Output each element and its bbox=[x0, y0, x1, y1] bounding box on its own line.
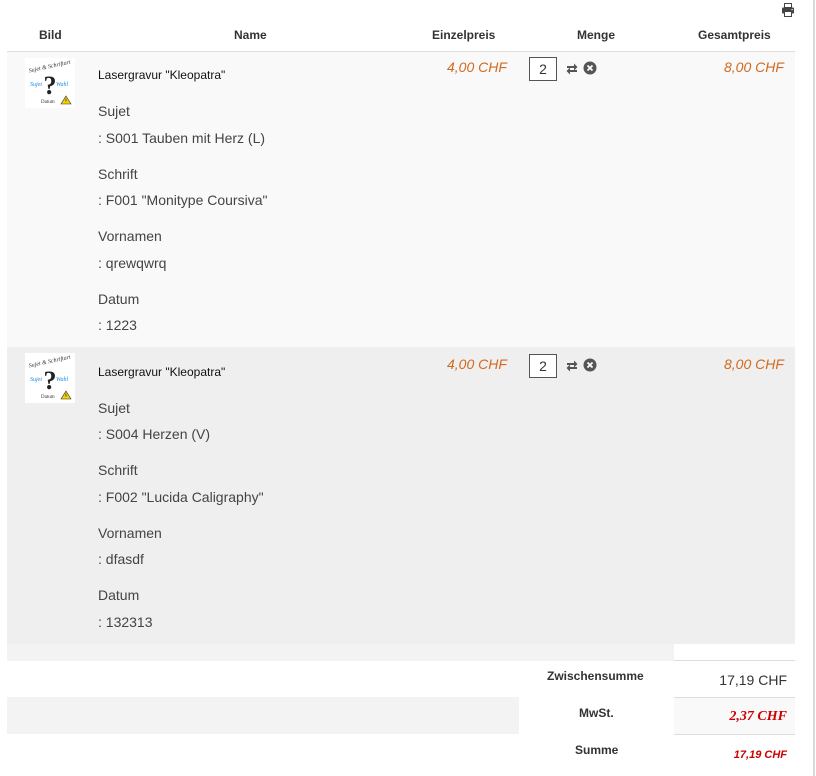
subtotal-value: 17,19 CHF bbox=[719, 672, 787, 688]
attr-label: Vornamen bbox=[98, 525, 162, 541]
attr-label: Schrift bbox=[98, 462, 138, 478]
unit-price: 4,00 CHF bbox=[447, 356, 507, 372]
cart-item-row: Sujet & Schriftart Sujet Wahl Datum ? La… bbox=[7, 347, 795, 644]
attr-value: : F002 "Lucida Caligraphy" bbox=[98, 489, 264, 505]
quantity-input[interactable] bbox=[529, 354, 557, 378]
warning-triangle-icon bbox=[60, 390, 72, 400]
svg-text:Sujet: Sujet bbox=[30, 82, 42, 88]
total-price: 8,00 CHF bbox=[724, 356, 784, 372]
refresh-icon[interactable] bbox=[565, 61, 579, 75]
sum-label: Summe bbox=[575, 743, 619, 757]
product-thumbnail[interactable]: Sujet & Schriftart Sujet Wahl Datum ? bbox=[25, 58, 75, 108]
quantity-input[interactable] bbox=[529, 57, 557, 81]
attr-value: : qrewqwrq bbox=[98, 255, 167, 271]
totals-divider bbox=[674, 660, 795, 661]
svg-text:?: ? bbox=[44, 366, 57, 395]
attr-label: Datum bbox=[98, 291, 140, 307]
totals-spacer bbox=[7, 697, 519, 734]
attr-label: Vornamen bbox=[98, 228, 162, 244]
product-thumbnail[interactable]: Sujet & Schriftart Sujet Wahl Datum ? bbox=[25, 353, 75, 403]
attr-value: : 1223 bbox=[98, 317, 137, 333]
attr-value: : 132313 bbox=[98, 614, 153, 630]
svg-text:Wahl: Wahl bbox=[56, 377, 68, 383]
unit-price: 4,00 CHF bbox=[447, 59, 507, 75]
tax-label: MwSt. bbox=[579, 706, 614, 720]
attr-value: : S001 Tauben mit Herz (L) bbox=[98, 130, 266, 146]
svg-text:Sujet: Sujet bbox=[30, 377, 42, 383]
totals-divider bbox=[674, 734, 795, 735]
cart-item-row: Sujet & Schriftart Sujet Wahl Datum ? La… bbox=[7, 52, 795, 347]
attr-label: Datum bbox=[98, 587, 140, 603]
header-name: Name bbox=[234, 28, 267, 42]
svg-text:Datum: Datum bbox=[41, 100, 55, 105]
refresh-icon[interactable] bbox=[565, 358, 579, 372]
printer-icon[interactable] bbox=[781, 3, 795, 17]
header-einzelpreis: Einzelpreis bbox=[432, 28, 496, 42]
attr-value: : F001 "Monitype Coursiva" bbox=[98, 192, 268, 208]
remove-circle-icon[interactable] bbox=[583, 61, 597, 75]
attr-label: Sujet bbox=[98, 400, 130, 416]
attr-value: : dfasdf bbox=[98, 551, 144, 567]
svg-text:?: ? bbox=[44, 71, 57, 100]
warning-triangle-icon bbox=[60, 95, 72, 105]
total-price: 8,00 CHF bbox=[724, 59, 784, 75]
right-border bbox=[813, 0, 815, 776]
attr-label: Sujet bbox=[98, 103, 130, 119]
header-menge: Menge bbox=[577, 28, 616, 42]
header-gesamtpreis: Gesamtpreis bbox=[698, 28, 771, 42]
attr-label: Schrift bbox=[98, 166, 138, 182]
header-bild: Bild bbox=[39, 28, 62, 42]
totals-spacer bbox=[7, 644, 674, 661]
svg-text:Wahl: Wahl bbox=[56, 82, 68, 88]
svg-text:Datum: Datum bbox=[41, 395, 55, 400]
subtotal-label: Zwischensumme bbox=[547, 669, 644, 683]
attr-value: : S004 Herzen (V) bbox=[98, 426, 211, 442]
product-name[interactable]: Lasergravur "Kleopatra" bbox=[98, 68, 225, 82]
product-name[interactable]: Lasergravur "Kleopatra" bbox=[98, 365, 225, 379]
remove-circle-icon[interactable] bbox=[583, 358, 597, 372]
tax-value: 2,37 CHF bbox=[729, 709, 787, 724]
sum-value: 17,19 CHF bbox=[733, 749, 787, 761]
